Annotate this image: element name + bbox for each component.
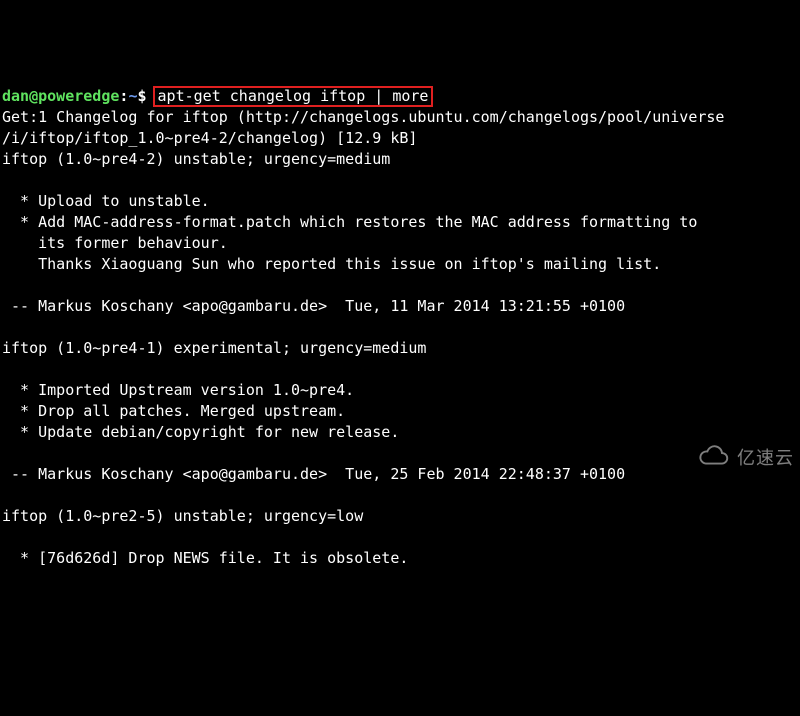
command-highlight: apt-get changelog iftop | more (153, 86, 434, 107)
output-line: /i/iftop/iftop_1.0~pre4-2/changelog) [12… (2, 129, 417, 147)
output-line: iftop (1.0~pre4-1) experimental; urgency… (2, 339, 426, 357)
terminal-output[interactable]: dan@poweredge:~$ apt-get changelog iftop… (2, 86, 798, 569)
output-line: * [76d626d] Drop NEWS file. It is obsole… (2, 549, 408, 567)
output-line: -- Markus Koschany <apo@gambaru.de> Tue,… (2, 297, 625, 315)
output-line: Get:1 Changelog for iftop (http://change… (2, 108, 724, 126)
output-line: * Imported Upstream version 1.0~pre4. (2, 381, 354, 399)
command-text: apt-get changelog iftop | more (158, 87, 429, 105)
output-line: * Update debian/copyright for new releas… (2, 423, 399, 441)
prompt-user-host: dan@poweredge (2, 87, 119, 105)
output-line: * Upload to unstable. (2, 192, 210, 210)
output-line: * Drop all patches. Merged upstream. (2, 402, 345, 420)
output-line: -- Markus Koschany <apo@gambaru.de> Tue,… (2, 465, 625, 483)
output-line: iftop (1.0~pre4-2) unstable; urgency=med… (2, 150, 390, 168)
watermark: 亿速云 (671, 423, 794, 494)
output-line: iftop (1.0~pre2-5) unstable; urgency=low (2, 507, 363, 525)
output-line: Thanks Xiaoguang Sun who reported this i… (2, 255, 661, 273)
watermark-text: 亿速云 (737, 448, 794, 469)
prompt-line: dan@poweredge:~$ apt-get changelog iftop… (2, 87, 433, 105)
output-line: * Add MAC-address-format.patch which res… (2, 213, 697, 231)
output-line: its former behaviour. (2, 234, 228, 252)
cloud-icon (671, 423, 731, 494)
